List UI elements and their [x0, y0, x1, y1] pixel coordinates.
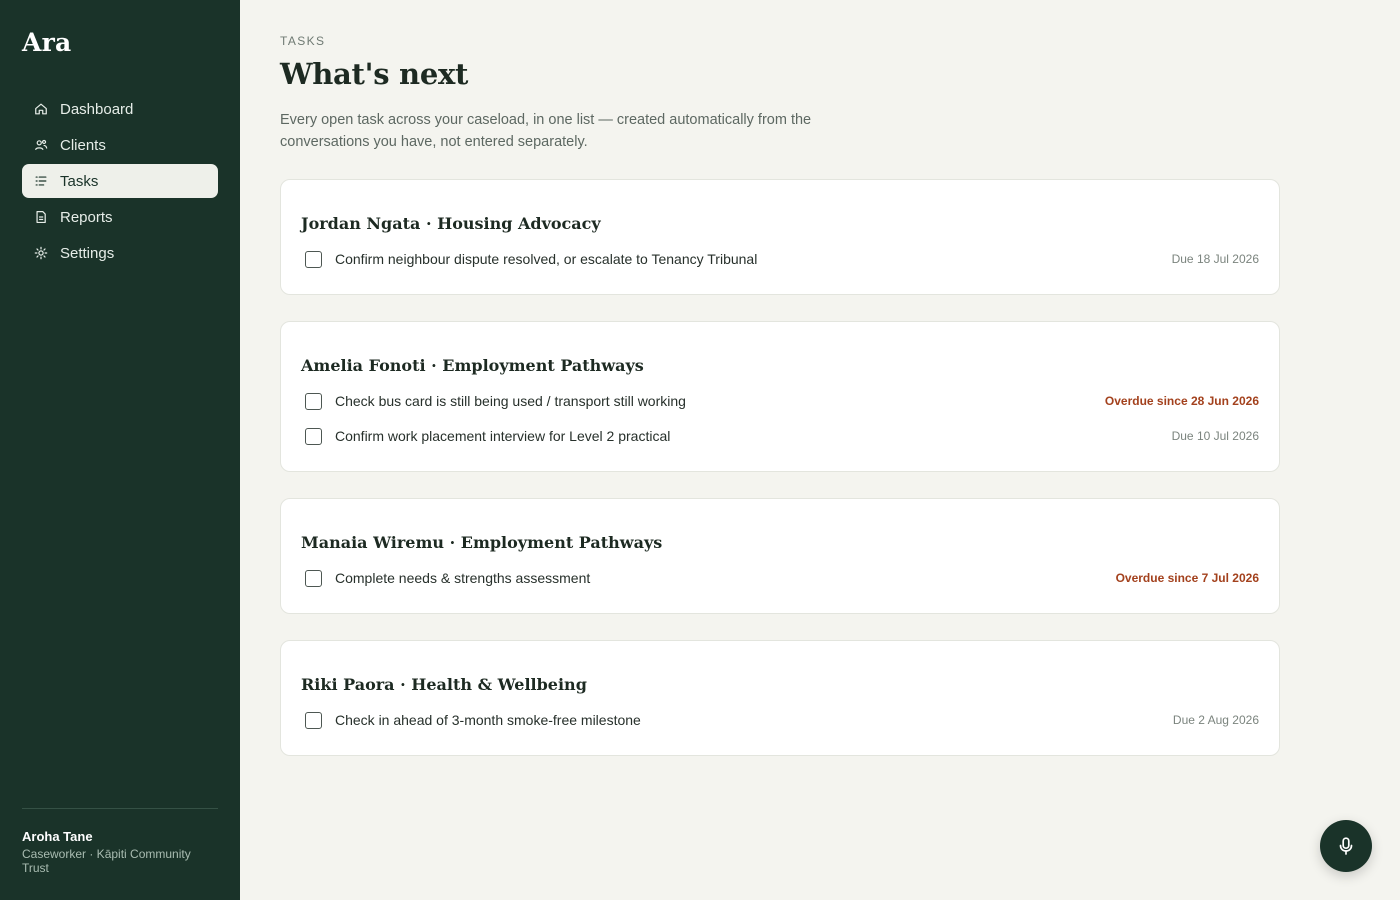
- voice-record-button[interactable]: [1320, 820, 1372, 872]
- task-row: Check bus card is still being used / tra…: [301, 390, 1259, 412]
- task-row: Confirm work placement interview for Lev…: [301, 425, 1259, 447]
- task-list: Complete needs & strengths assessment Ov…: [301, 567, 1259, 589]
- main-content: TASKS What's next Every open task across…: [280, 34, 1280, 782]
- sidebar-item-tasks[interactable]: Tasks: [22, 164, 218, 198]
- task-row: Confirm neighbour dispute resolved, or e…: [301, 248, 1259, 270]
- task-row: Complete needs & strengths assessment Ov…: [301, 567, 1259, 589]
- card-title: Riki Paora · Health & Wellbeing: [301, 675, 587, 694]
- task-list: Check bus card is still being used / tra…: [301, 390, 1259, 447]
- sidebar-item-clients[interactable]: Clients: [22, 128, 218, 162]
- gear-icon: [34, 246, 48, 260]
- task-row: Check in ahead of 3-month smoke-free mil…: [301, 709, 1259, 731]
- sidebar-item-label: Settings: [60, 244, 115, 262]
- microphone-icon: [1339, 837, 1353, 855]
- task-due-date: Due 2 Aug 2026: [1172, 713, 1259, 727]
- user-profile[interactable]: Aroha Tane Caseworker · Kāpiti Community…: [22, 808, 218, 875]
- user-role: Caseworker · Kāpiti Community Trust: [22, 847, 191, 875]
- task-text: Confirm work placement interview for Lev…: [335, 428, 671, 444]
- users-icon: [34, 138, 48, 152]
- page-subtitle: Every open task across your caseload, in…: [280, 112, 812, 150]
- list-icon: [34, 174, 48, 188]
- task-checkbox[interactable]: [305, 392, 322, 410]
- card-title: Manaia Wiremu · Employment Pathways: [301, 533, 663, 552]
- document-icon: [34, 210, 48, 224]
- task-list: Confirm neighbour dispute resolved, or e…: [301, 248, 1259, 270]
- page-title: What's next: [280, 57, 469, 91]
- task-text: Check in ahead of 3-month smoke-free mil…: [335, 712, 641, 728]
- task-overdue-date: Overdue since 7 Jul 2026: [1115, 571, 1259, 585]
- sidebar: Ara Dashboard Clients Tasks Reports Sett…: [0, 0, 240, 900]
- task-card: Manaia Wiremu · Employment Pathways Comp…: [280, 498, 1280, 614]
- task-card: Riki Paora · Health & Wellbeing Check in…: [280, 640, 1280, 756]
- sidebar-item-label: Dashboard: [60, 100, 134, 118]
- user-name: Aroha Tane: [22, 829, 93, 844]
- task-text: Check bus card is still being used / tra…: [335, 393, 686, 409]
- sidebar-item-dashboard[interactable]: Dashboard: [22, 92, 218, 126]
- task-due-date: Due 10 Jul 2026: [1171, 429, 1259, 443]
- task-checkbox[interactable]: [305, 569, 322, 587]
- app-brand[interactable]: Ara: [22, 28, 218, 58]
- task-text: Complete needs & strengths assessment: [335, 570, 591, 586]
- sidebar-item-label: Tasks: [60, 172, 99, 190]
- sidebar-item-settings[interactable]: Settings: [22, 236, 218, 270]
- sidebar-item-label: Reports: [60, 208, 113, 226]
- task-text: Confirm neighbour dispute resolved, or e…: [335, 251, 758, 267]
- task-due-date: Due 18 Jul 2026: [1171, 252, 1259, 266]
- task-checkbox[interactable]: [305, 250, 322, 268]
- sidebar-item-reports[interactable]: Reports: [22, 200, 218, 234]
- task-checkbox[interactable]: [305, 427, 322, 445]
- sidebar-item-label: Clients: [60, 136, 106, 154]
- task-list: Check in ahead of 3-month smoke-free mil…: [301, 709, 1259, 731]
- card-title: Amelia Fonoti · Employment Pathways: [301, 356, 644, 375]
- card-title: Jordan Ngata · Housing Advocacy: [301, 214, 601, 233]
- task-card: Jordan Ngata · Housing Advocacy Confirm …: [280, 179, 1280, 295]
- page-eyebrow: TASKS: [280, 34, 326, 48]
- sidebar-nav: Dashboard Clients Tasks Reports Settings: [22, 92, 218, 270]
- home-icon: [34, 102, 48, 116]
- task-overdue-date: Overdue since 28 Jun 2026: [1104, 394, 1259, 408]
- task-checkbox[interactable]: [305, 711, 322, 729]
- task-card: Amelia Fonoti · Employment Pathways Chec…: [280, 321, 1280, 472]
- task-groups: Jordan Ngata · Housing Advocacy Confirm …: [280, 179, 1280, 756]
